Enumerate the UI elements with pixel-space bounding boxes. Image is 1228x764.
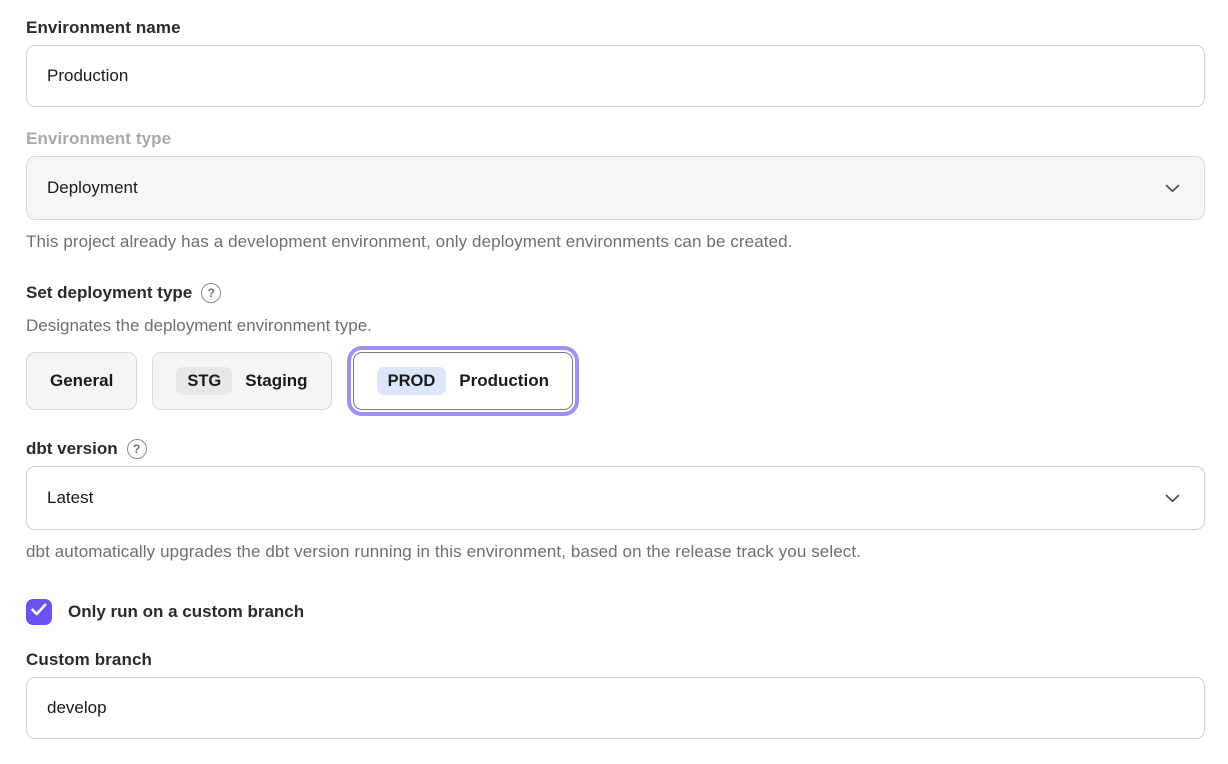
environment-type-helper: This project already has a development e… [26, 232, 1205, 252]
dbt-version-value: Latest [47, 488, 93, 508]
environment-type-field: Environment type Deployment This project… [26, 129, 1205, 252]
help-icon[interactable]: ? [127, 439, 147, 459]
deployment-type-general-label: General [50, 371, 113, 391]
deployment-type-general-button[interactable]: General [26, 352, 137, 410]
chevron-down-icon [1165, 494, 1180, 503]
deployment-type-heading: Set deployment type [26, 283, 192, 303]
custom-branch-toggle-row: Only run on a custom branch [26, 599, 1205, 625]
environment-settings-form: Environment name Environment type Deploy… [0, 0, 1228, 739]
environment-name-field: Environment name [26, 18, 1205, 107]
deployment-type-staging-button[interactable]: STG Staging [152, 352, 331, 410]
dbt-version-label: dbt version [26, 439, 118, 459]
deployment-type-production-button[interactable]: PROD Production [353, 352, 573, 410]
dbt-version-helper: dbt automatically upgrades the dbt versi… [26, 542, 1205, 562]
environment-type-label: Environment type [26, 129, 1205, 149]
staging-badge: STG [176, 367, 232, 396]
deployment-type-options: General STG Staging PROD Production [26, 352, 1205, 410]
custom-branch-field: Custom branch [26, 650, 1205, 739]
deployment-type-staging-label: Staging [245, 371, 307, 391]
deployment-type-section: Set deployment type ? Designates the dep… [26, 283, 1205, 410]
deployment-type-description: Designates the deployment environment ty… [26, 316, 1205, 336]
custom-branch-input[interactable] [26, 677, 1205, 739]
custom-branch-checkbox[interactable] [26, 599, 52, 625]
chevron-down-icon [1165, 184, 1180, 193]
custom-branch-label: Custom branch [26, 650, 1205, 670]
deployment-type-production-label: Production [459, 371, 549, 391]
checkmark-icon [31, 603, 47, 621]
dbt-version-field: dbt version ? Latest dbt automatically u… [26, 439, 1205, 562]
help-icon[interactable]: ? [201, 283, 221, 303]
environment-type-value: Deployment [47, 178, 138, 198]
environment-type-select[interactable]: Deployment [26, 156, 1205, 220]
dbt-version-select[interactable]: Latest [26, 466, 1205, 530]
environment-name-label: Environment name [26, 18, 1205, 38]
environment-name-input[interactable] [26, 45, 1205, 107]
production-badge: PROD [377, 367, 447, 396]
custom-branch-toggle-label[interactable]: Only run on a custom branch [68, 602, 304, 622]
